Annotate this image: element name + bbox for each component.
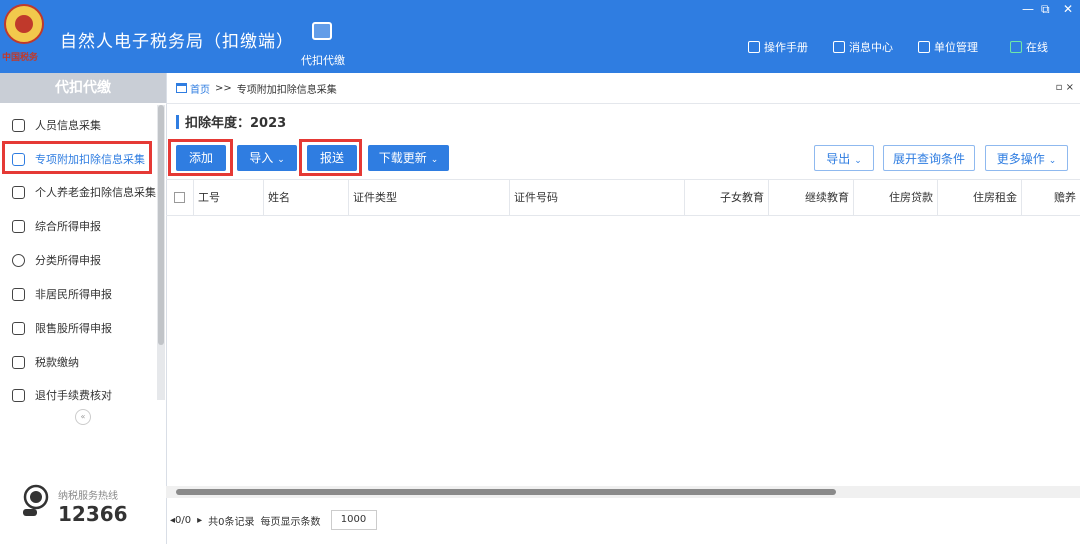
column-header[interactable]: 证件类型 (349, 180, 510, 215)
person-icon (12, 118, 25, 132)
chevron-down-icon: ⌄ (277, 155, 285, 165)
sidebar-item-pension-deduction[interactable]: 个人养老金扣除信息采集 (0, 177, 157, 207)
column-header[interactable]: 继续教育 (769, 180, 854, 215)
sidebar-item-label: 税款缴纳 (35, 356, 79, 369)
column-header[interactable]: 子女教育 (685, 180, 769, 215)
column-header[interactable]: 工号 (194, 180, 264, 215)
highlight-box (299, 139, 362, 176)
online-status[interactable]: 在线 (1010, 39, 1048, 55)
receipt-icon (12, 388, 25, 402)
headset-icon (23, 484, 49, 516)
sidebar-item-classified-income[interactable]: 分类所得申报 (0, 245, 157, 275)
export-label: 导出 (826, 152, 851, 166)
chevron-down-icon: ⌄ (430, 155, 439, 165)
tax-emblem-icon (4, 4, 44, 44)
collapse-sidebar-button[interactable]: « (75, 409, 91, 425)
per-page-label: 每页显示条数 (260, 516, 321, 528)
column-header[interactable]: 住房租金 (938, 180, 1022, 215)
page-indicator[interactable]: ◂0/0 ▸ (170, 515, 202, 526)
wallet-icon (312, 22, 332, 40)
hotline-number: 12366 (58, 502, 128, 526)
nav-tab-withholding[interactable]: 代扣代缴 (290, 0, 356, 73)
chevron-down-icon: ⌄ (854, 156, 862, 166)
page-number: 0/0 (175, 514, 192, 526)
select-all-checkbox[interactable] (174, 192, 185, 203)
tab-window-controls[interactable]: ▫ × (1056, 82, 1074, 93)
column-header[interactable]: 赡养 (1022, 180, 1080, 215)
sidebar-item-label: 分类所得申报 (35, 254, 101, 267)
message-center-label: 消息中心 (849, 41, 893, 54)
sidebar-title: 代扣代缴 (0, 73, 166, 103)
table-horizontal-scrollbar[interactable] (166, 486, 1080, 498)
more-actions-button[interactable]: 更多操作 ⌄ (985, 145, 1068, 171)
export-button[interactable]: 导出 ⌄ (814, 145, 874, 171)
app-title: 自然人电子税务局（扣缴端） (60, 32, 294, 52)
column-header[interactable]: 证件号码 (510, 180, 685, 215)
select-all-cell (166, 180, 194, 215)
unit-management-button[interactable]: 单位管理 (918, 39, 978, 55)
sidebar-item-comprehensive-income[interactable]: 综合所得申报 (0, 211, 157, 241)
top-header: 中国税务 自然人电子税务局（扣缴端） 代扣代缴 — ⧉ ✕ 操作手册 消息中心 … (0, 0, 1080, 73)
layers-icon (12, 219, 25, 233)
mail-icon (833, 41, 845, 53)
manual-button[interactable]: 操作手册 (748, 39, 808, 55)
chevron-down-icon: ⌄ (1048, 156, 1057, 166)
message-center-button[interactable]: 消息中心 (833, 39, 893, 55)
sidebar-item-label: 人员信息采集 (35, 119, 101, 132)
download-update-button[interactable]: 下载更新 ⌄ (368, 145, 449, 171)
more-actions-label: 更多操作 (996, 152, 1045, 166)
breadcrumb: 首页 >> 专项附加扣除信息采集 ▫ × (166, 73, 1080, 104)
hotline-label: 纳税服务热线 (58, 491, 118, 502)
emblem-text: 中国税务 (2, 53, 39, 63)
close-button[interactable]: ✕ (1063, 2, 1073, 16)
sidebar-item-restricted-shares[interactable]: 限售股所得申报 (0, 313, 157, 343)
online-status-icon (1010, 41, 1022, 53)
accent-bar (176, 114, 179, 129)
highlight-box (168, 139, 233, 176)
breadcrumb-current: 专项附加扣除信息采集 (236, 84, 337, 96)
per-page-input[interactable]: 1000 (330, 510, 377, 530)
expand-query-button[interactable]: 展开查询条件 (883, 145, 975, 171)
online-status-label: 在线 (1026, 41, 1048, 54)
sidebar-item-label: 综合所得申报 (35, 220, 101, 233)
manual-label: 操作手册 (764, 41, 808, 54)
sidebar-item-label: 非居民所得申报 (35, 288, 112, 301)
import-label: 导入 (249, 151, 274, 165)
sidebar-item-tax-payment[interactable]: 税款缴纳 (0, 347, 157, 377)
sidebar-item-label: 个人养老金扣除信息采集 (35, 186, 156, 199)
sidebar-item-person-info[interactable]: 人员信息采集 (0, 110, 157, 140)
bar-chart-icon (12, 321, 25, 335)
column-header[interactable]: 住房贷款 (854, 180, 938, 215)
import-button[interactable]: 导入 ⌄ (237, 145, 297, 171)
breadcrumb-separator: >> (215, 82, 232, 94)
sidebar-item-label: 限售股所得申报 (35, 322, 112, 335)
table-header: 工号 姓名 证件类型 证件号码 子女教育 继续教育 住房贷款 住房租金 赡养 (166, 179, 1080, 216)
nav-tab-label: 代扣代缴 (301, 54, 345, 67)
sidebar-item-label: 退付手续费核对 (35, 389, 112, 402)
book-icon (748, 41, 760, 53)
highlight-box (2, 141, 152, 174)
pension-icon (12, 185, 25, 199)
sidebar-item-refund-fee-check[interactable]: 退付手续费核对 (0, 380, 157, 410)
download-update-label: 下载更新 (378, 151, 427, 165)
sidebar-item-nonresident-income[interactable]: 非居民所得申报 (0, 279, 157, 309)
building-icon (918, 41, 930, 53)
deduction-year-label: 扣除年度：2023 (185, 116, 287, 131)
nonresident-icon (12, 287, 25, 301)
home-icon (176, 83, 187, 93)
deduction-year: 扣除年度：2023 (176, 112, 286, 131)
breadcrumb-home-link[interactable]: 首页 (190, 81, 210, 96)
unit-management-label: 单位管理 (934, 41, 978, 54)
pie-icon (12, 253, 25, 267)
wallet-icon (12, 355, 25, 369)
total-records: 共0条记录 (208, 516, 255, 528)
column-header[interactable]: 姓名 (264, 180, 349, 215)
minimize-button[interactable]: — (1022, 2, 1034, 16)
pagination: ◂0/0 ▸ 共0条记录 每页显示条数 1000 (166, 505, 1080, 535)
maximize-button[interactable]: ⧉ (1041, 2, 1050, 17)
sidebar-scrollbar[interactable] (157, 105, 165, 400)
